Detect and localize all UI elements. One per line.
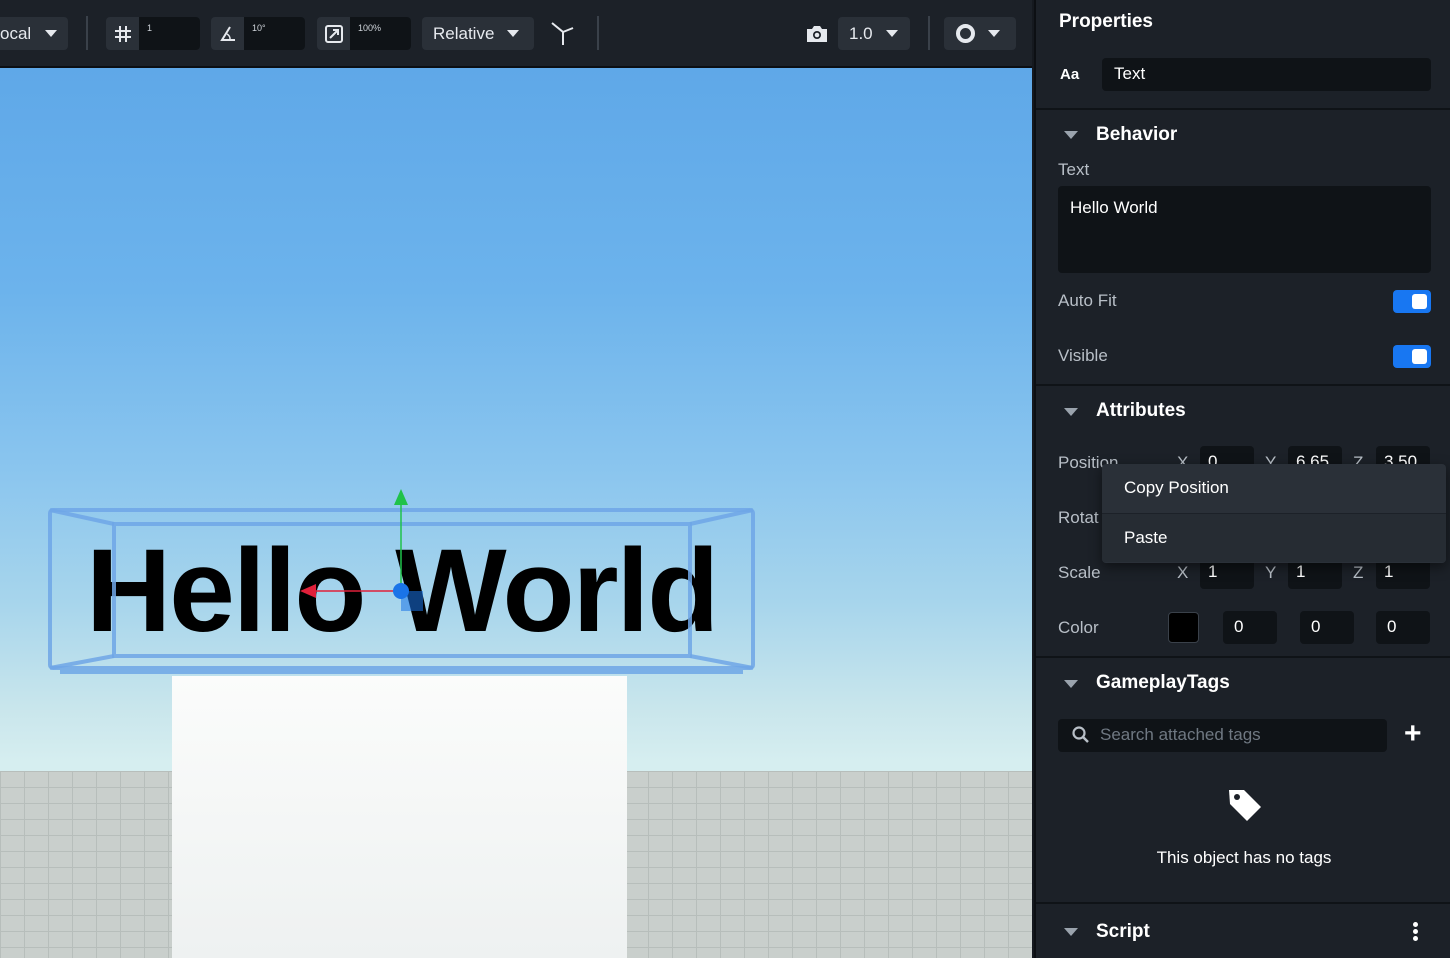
object-name-input[interactable]: Text bbox=[1102, 58, 1431, 91]
auto-fit-label: Auto Fit bbox=[1058, 291, 1117, 310]
gameplay-tags-section-header[interactable]: GameplayTags bbox=[1096, 672, 1230, 694]
visible-label: Visible bbox=[1058, 346, 1108, 365]
scene-viewport[interactable]: ocal 1 10° 100% Relative 1.0 Hello World bbox=[0, 0, 1032, 958]
tag-search-input[interactable]: Search attached tags bbox=[1058, 719, 1387, 752]
search-icon bbox=[1072, 726, 1090, 749]
section-divider bbox=[1036, 384, 1450, 386]
panel-title: Properties bbox=[1059, 11, 1153, 32]
color-swatch[interactable] bbox=[1168, 612, 1199, 643]
gizmo-x-arrow bbox=[300, 584, 316, 598]
more-options-icon[interactable] bbox=[1410, 922, 1420, 943]
add-tag-icon[interactable]: + bbox=[1404, 719, 1422, 749]
text-type-icon: Aa bbox=[1060, 66, 1080, 83]
color-label: Color bbox=[1058, 618, 1099, 637]
collapse-triangle-icon[interactable] bbox=[1064, 131, 1078, 139]
gizmo-center bbox=[393, 583, 409, 599]
no-tags-message: This object has no tags bbox=[1156, 848, 1332, 867]
collapse-triangle-icon[interactable] bbox=[1064, 680, 1078, 688]
context-menu: Copy Position Paste bbox=[1102, 464, 1446, 563]
tag-icon bbox=[1226, 786, 1264, 829]
section-divider bbox=[1036, 902, 1450, 904]
gizmo-y-arrow bbox=[394, 489, 408, 505]
color-b-input[interactable]: 0 bbox=[1376, 611, 1430, 644]
visible-toggle[interactable] bbox=[1393, 345, 1431, 368]
paste-menu-item[interactable]: Paste bbox=[1102, 513, 1446, 562]
collapse-triangle-icon[interactable] bbox=[1064, 408, 1078, 416]
color-g-input[interactable]: 0 bbox=[1300, 611, 1354, 644]
axis-x-label: X bbox=[1177, 563, 1189, 582]
text-field-label: Text bbox=[1058, 160, 1090, 179]
scale-label: Scale bbox=[1058, 563, 1101, 582]
behavior-section-header[interactable]: Behavior bbox=[1096, 124, 1177, 146]
axis-y-label: Y bbox=[1265, 563, 1277, 582]
selection-gizmo bbox=[48, 489, 755, 674]
attributes-section-header[interactable]: Attributes bbox=[1096, 400, 1186, 422]
collapse-triangle-icon[interactable] bbox=[1064, 928, 1078, 936]
section-divider bbox=[1036, 656, 1450, 658]
color-r-input[interactable]: 0 bbox=[1223, 611, 1277, 644]
rotation-label: Rotat bbox=[1058, 508, 1099, 527]
text-content-input[interactable]: Hello World bbox=[1058, 186, 1431, 273]
section-divider bbox=[1036, 108, 1450, 110]
auto-fit-toggle[interactable] bbox=[1393, 290, 1431, 313]
script-section-header[interactable]: Script bbox=[1096, 921, 1150, 943]
copy-position-menu-item[interactable]: Copy Position bbox=[1102, 464, 1446, 513]
axis-z-label: Z bbox=[1353, 563, 1364, 582]
